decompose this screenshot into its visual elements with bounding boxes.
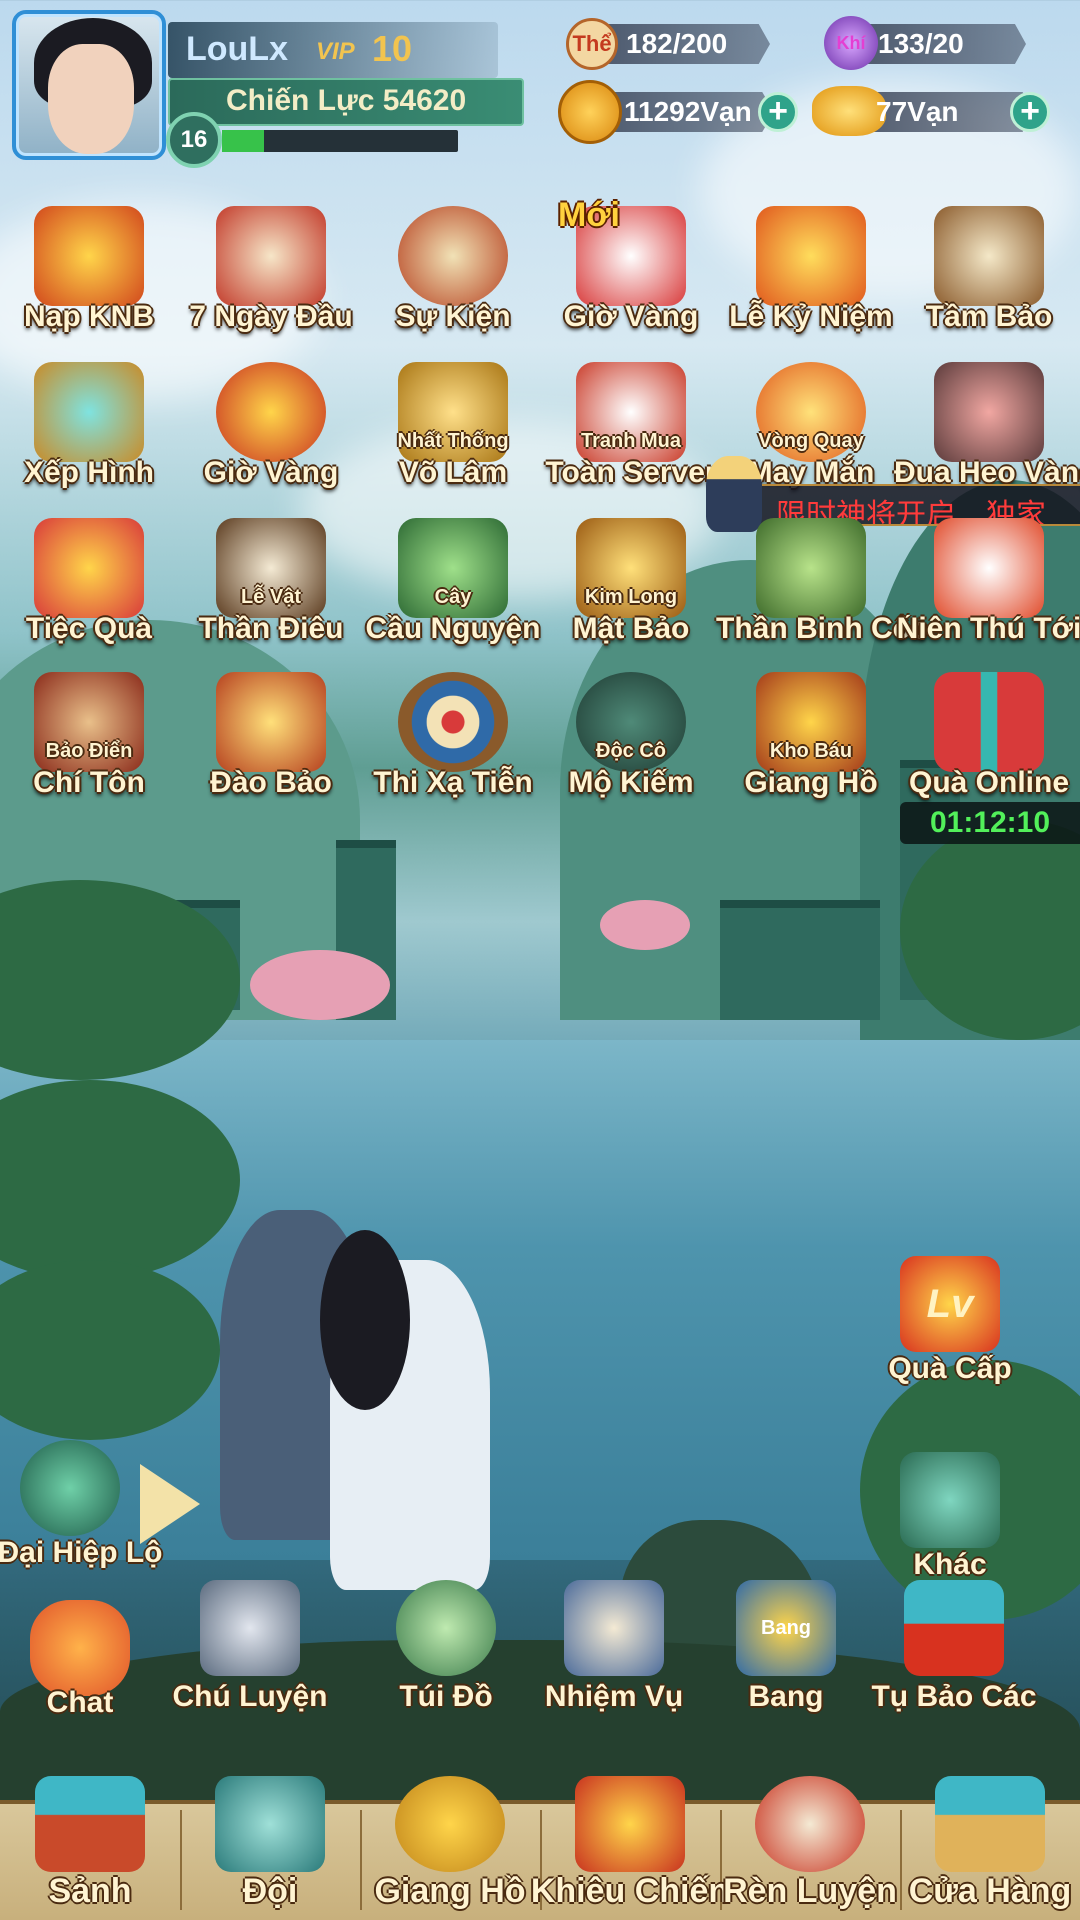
feature-puzzle[interactable]: Xếp Hình	[4, 356, 174, 506]
vip-level[interactable]: 10	[372, 28, 412, 70]
map-scroll-icon	[934, 206, 1044, 306]
lucky-bag-icon	[216, 362, 326, 462]
guild-banner-icon: Bang	[736, 1580, 836, 1676]
coin-icon	[558, 80, 622, 144]
player-level-badge: 16	[166, 112, 222, 168]
stamina-icon: Thể	[566, 18, 618, 70]
nav-lobby[interactable]: Sảnh	[0, 1776, 180, 1920]
valley-map-icon	[756, 518, 866, 618]
add-gold-button[interactable]: +	[1010, 92, 1050, 132]
drum-icon	[398, 206, 508, 306]
expand-arrow-icon[interactable]	[140, 1464, 200, 1544]
spirit-icon: Khí	[824, 16, 878, 70]
feature-anniversary[interactable]: Lễ Kỷ Niệm	[726, 200, 896, 350]
stamina-value: 182/200	[626, 28, 728, 59]
feature-treasure-hunt[interactable]: Tầm Bảo	[904, 200, 1074, 350]
spirit-value: 133/20	[878, 28, 964, 59]
demon-mask-icon	[575, 1776, 685, 1872]
nav-jianghu[interactable]: Giang Hồ	[360, 1776, 540, 1920]
jade-pot-icon	[20, 1440, 120, 1536]
archery-target-icon	[398, 672, 508, 772]
question-book-icon	[900, 1452, 1000, 1548]
pig-icon	[934, 362, 1044, 462]
exp-bar-fill	[222, 130, 265, 152]
lobby-building-icon	[35, 1776, 145, 1872]
feature-gift-party[interactable]: Tiệc Quà	[4, 512, 174, 662]
vip-label: VIP	[316, 38, 355, 65]
feature-wishing-tree[interactable]: Cây Cầu Nguyện	[365, 512, 541, 662]
new-badge: Mới	[558, 196, 620, 234]
gourd-icon	[395, 1776, 505, 1872]
chat-bubble-icon	[30, 1600, 130, 1696]
quest-scroll-icon	[564, 1580, 664, 1676]
feature-golden-dragon-treasure[interactable]: Kim Long Mật Bảo	[546, 512, 716, 662]
shop-stall-icon	[935, 1776, 1045, 1872]
nav-training[interactable]: Rèn Luyện	[720, 1776, 900, 1920]
puzzle-icon	[34, 362, 144, 462]
feature-martial-unification[interactable]: Nhất Thống Võ Lâm	[368, 356, 538, 506]
feature-divine-weapon-valley[interactable]: Thần Binh Cốc	[716, 512, 928, 662]
chat-button[interactable]: Chat	[0, 1600, 170, 1750]
feature-jianghu-treasure[interactable]: Kho Báu Giang Hồ	[726, 666, 896, 816]
treasure-chest-icon	[34, 206, 144, 306]
combat-power: Chiến Lực 54620	[226, 84, 467, 117]
feature-divine-eagle[interactable]: Lễ Vật Thần Điêu	[186, 512, 356, 662]
feature-supreme-codex[interactable]: Bảo Điển Chí Tôn	[4, 666, 174, 816]
exp-bar	[222, 130, 458, 152]
cloth-bag-icon	[396, 1580, 496, 1676]
nav-challenge[interactable]: Khiêu Chiến	[531, 1776, 729, 1920]
nian-beast-icon	[934, 518, 1044, 618]
add-coin-button[interactable]: +	[758, 92, 798, 132]
feature-online-gift[interactable]: Quà Online	[904, 666, 1074, 816]
level-up-gift-icon: Lv	[900, 1256, 1000, 1352]
feature-treasure-dig[interactable]: Đào Bảo	[186, 666, 356, 816]
feature-archery[interactable]: Thi Xạ Tiễn	[368, 666, 538, 816]
gold-coins-icon	[756, 206, 866, 306]
ribbon-gift-icon	[934, 672, 1044, 772]
feature-event[interactable]: Sự Kiện	[368, 200, 538, 350]
forge-button[interactable]: Chú Luyện	[160, 1580, 340, 1730]
coin-value: 11292Vạn	[624, 96, 752, 127]
feature-7-days[interactable]: 7 Ngày Đầu	[186, 200, 356, 350]
pavilion-icon	[904, 1580, 1004, 1676]
treasure-box-icon	[216, 672, 326, 772]
online-gift-timer: 01:12:10	[900, 802, 1080, 844]
player-avatar[interactable]	[12, 10, 166, 160]
treasure-pavilion-button[interactable]: Tụ Bảo Các	[864, 1580, 1044, 1730]
gold-ingot-icon	[812, 86, 886, 136]
team-book-icon	[215, 1776, 325, 1872]
level-gift-button[interactable]: Lv Quà Cấp	[860, 1256, 1040, 1406]
gift-box-icon	[34, 518, 144, 618]
feature-server-auction[interactable]: Tranh Mua Toàn Server	[545, 356, 717, 506]
hammer-icon	[200, 1580, 300, 1676]
gold-value: 77Vạn	[876, 96, 959, 127]
feature-top-up[interactable]: Nạp KNB	[4, 200, 174, 350]
feature-golden-hour-2[interactable]: Giờ Vàng	[186, 356, 356, 506]
training-drum-icon	[755, 1776, 865, 1872]
feature-nian-beast[interactable]: Niên Thú Tới	[897, 512, 1080, 662]
nav-shop[interactable]: Cửa Hàng	[900, 1776, 1080, 1920]
player-name: LouLx	[186, 30, 288, 68]
scroll-icon	[216, 206, 326, 306]
nav-team[interactable]: Đội	[180, 1776, 360, 1920]
feature-sword-tomb[interactable]: Độc Cô Mộ Kiếm	[546, 666, 716, 816]
